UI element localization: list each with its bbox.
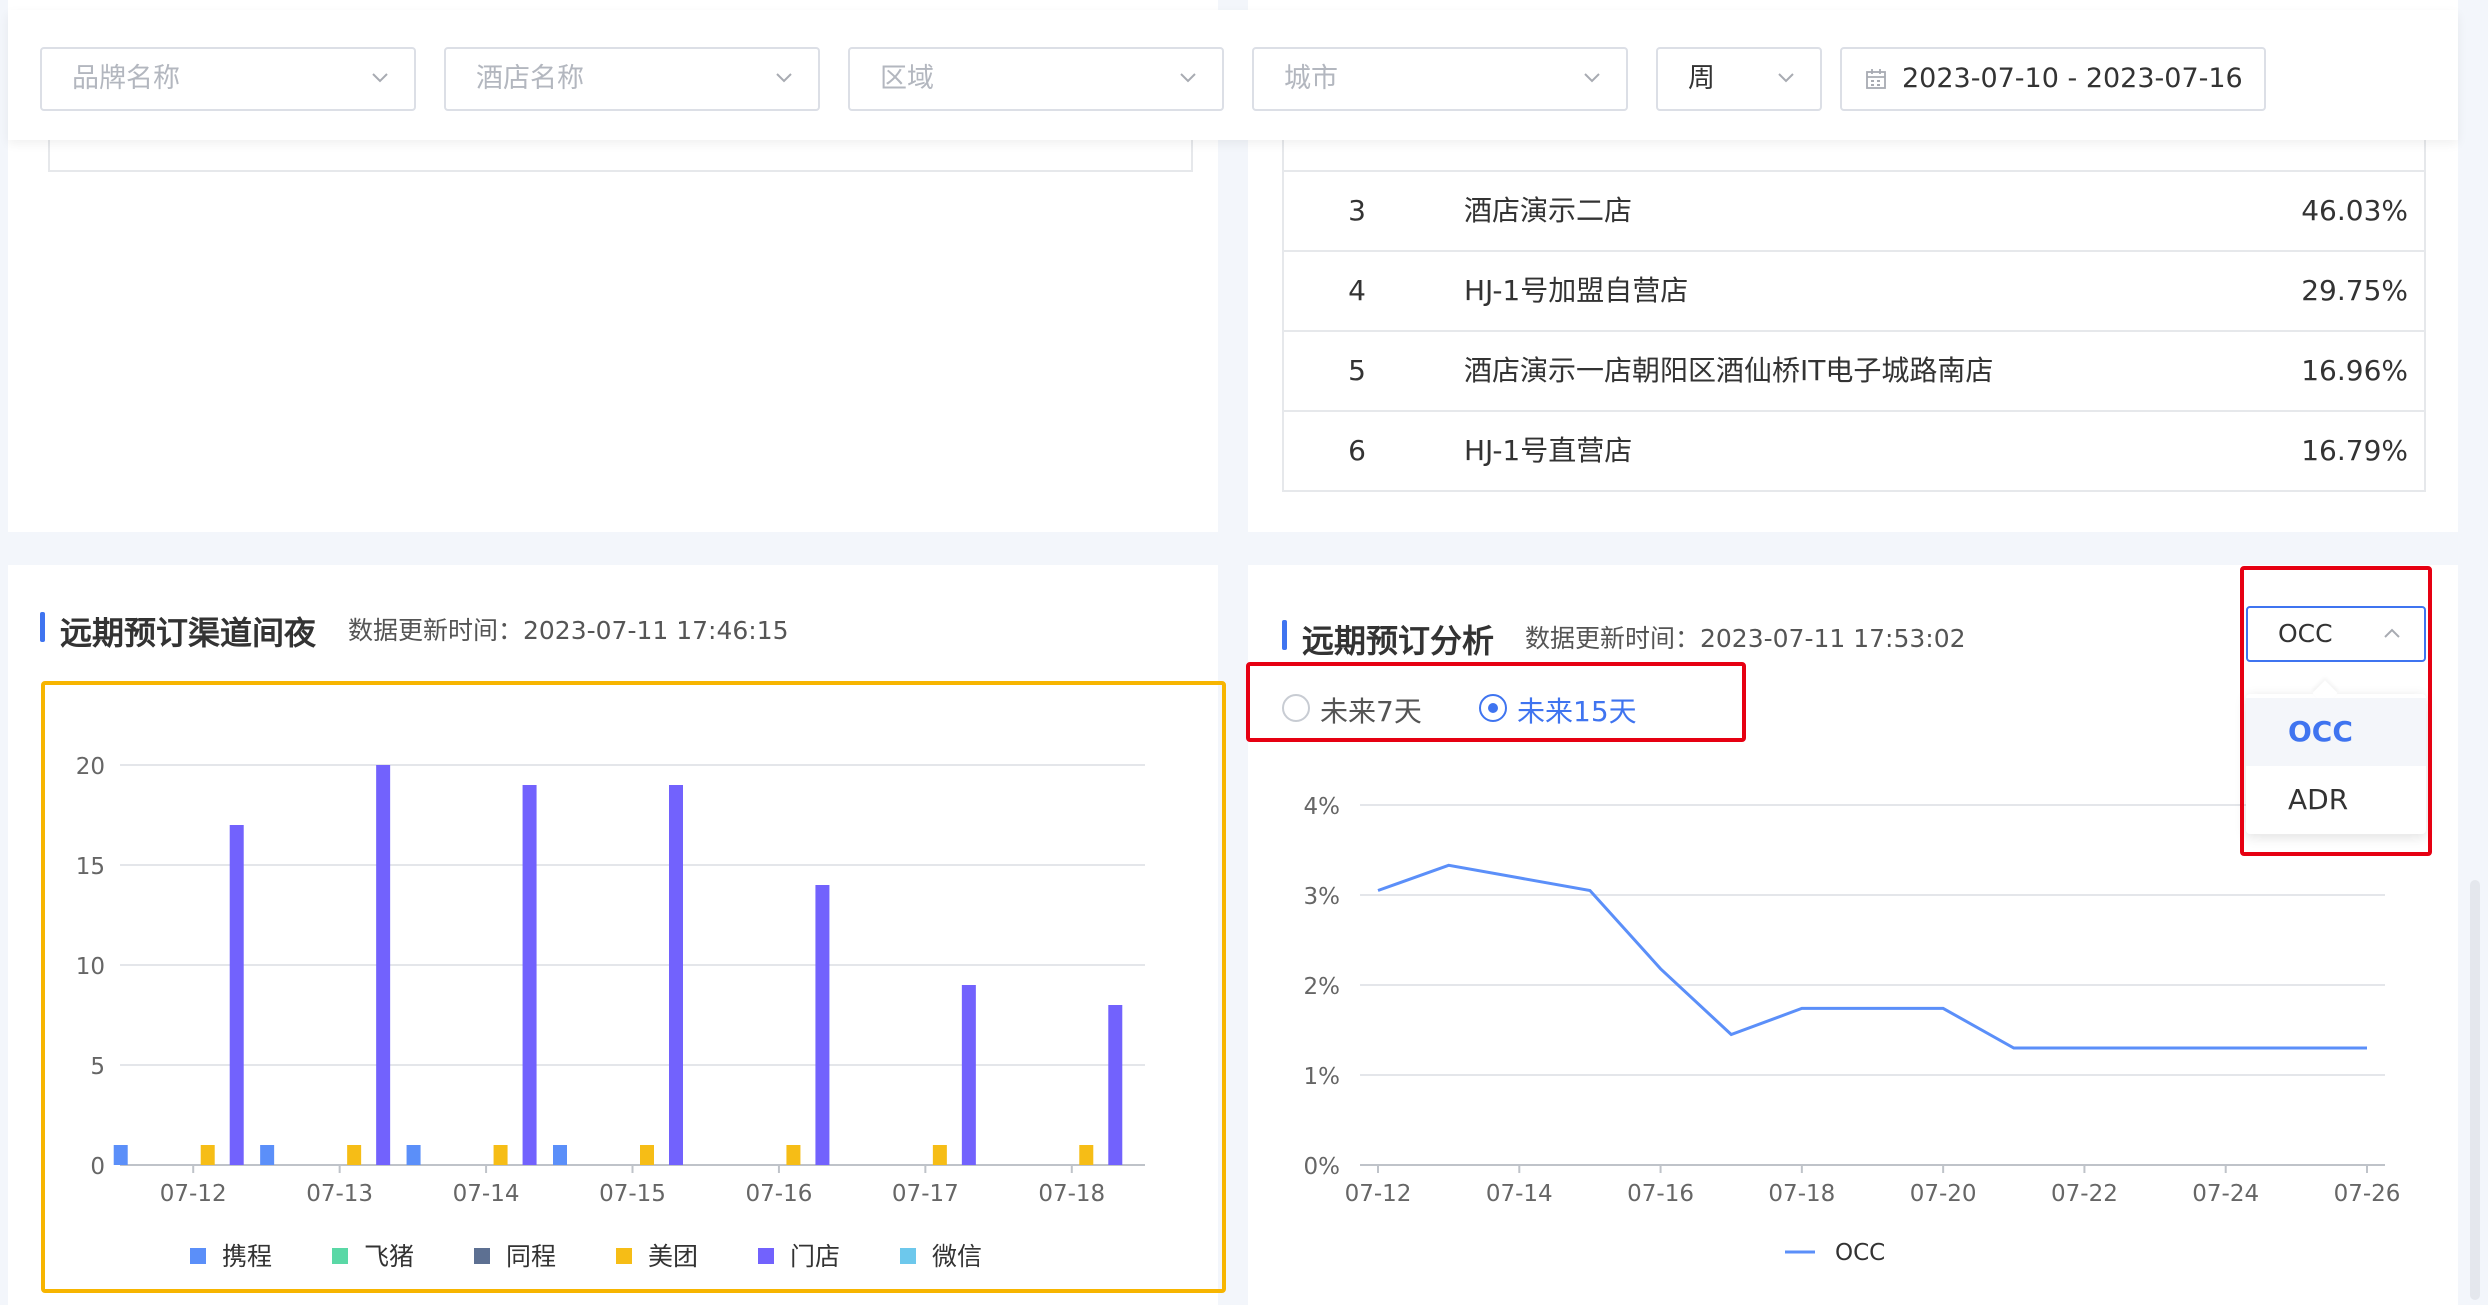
x-tick-label: 07-16 [1627, 1181, 1694, 1207]
hotel-name-cell: HJ-1号直营店 [1464, 434, 1633, 467]
hotel-name-cell: 酒店演示二店 [1464, 194, 1633, 227]
period-select[interactable]: 周 [1656, 47, 1822, 111]
rank-cell: 3 [1348, 194, 1366, 227]
filter-bar: 品牌名称 酒店名称 区域 城市 周 2023-07-10 - 2023-07-1… [8, 10, 2458, 140]
value-cell: 16.79% [2301, 434, 2408, 467]
value-cell: 46.03% [2301, 194, 2408, 227]
hotel-select-placeholder: 酒店名称 [476, 63, 584, 94]
rank-cell: 4 [1348, 274, 1366, 307]
city-select[interactable]: 城市 [1252, 47, 1628, 111]
highlight-frame [41, 681, 1226, 1293]
period-select-value: 周 [1688, 63, 1715, 94]
x-tick-label: 07-14 [1486, 1181, 1553, 1207]
y-tick-label: 3% [1304, 884, 1341, 910]
channel-section-title: 远期预订渠道间夜 [40, 608, 316, 654]
date-range-picker[interactable]: 2023-07-10 - 2023-07-16 [1840, 47, 2266, 111]
city-select-placeholder: 城市 [1284, 63, 1338, 94]
hotel-name-cell: 酒店演示一店朝阳区酒仙桥IT电子城路南店 [1464, 354, 1994, 387]
value-cell: 29.75% [2301, 274, 2408, 307]
analysis-update-time: 数据更新时间：2023-07-11 17:53:02 [1525, 624, 1966, 653]
highlight-frame [1246, 662, 1746, 742]
x-tick-label: 07-22 [2051, 1181, 2118, 1207]
rank-cell: 5 [1348, 354, 1366, 387]
y-tick-label: 1% [1304, 1064, 1341, 1090]
x-tick-label: 07-18 [1768, 1181, 1835, 1207]
x-tick-label: 07-24 [2192, 1181, 2259, 1207]
x-tick-label: 07-20 [1910, 1181, 1977, 1207]
x-tick-label: 07-26 [2334, 1181, 2401, 1207]
region-select-placeholder: 区域 [880, 63, 934, 94]
chevron-down-icon [776, 73, 792, 83]
table-row: 5 酒店演示一店朝阳区酒仙桥IT电子城路南店 16.96% [1282, 332, 2426, 412]
hotel-name-cell: HJ-1号加盟自营店 [1464, 274, 1689, 307]
x-tick-label: 07-12 [1345, 1181, 1412, 1207]
hotel-select[interactable]: 酒店名称 [444, 47, 820, 111]
table-row: 6 HJ-1号直营店 16.79% [1282, 412, 2426, 492]
y-tick-label: 4% [1304, 794, 1341, 820]
region-select[interactable]: 区域 [848, 47, 1224, 111]
highlight-frame [2240, 566, 2432, 856]
table-row: 4 HJ-1号加盟自营店 29.75% [1282, 252, 2426, 332]
calendar-icon [1866, 69, 1886, 89]
chevron-down-icon [1584, 73, 1600, 83]
brand-select[interactable]: 品牌名称 [40, 47, 416, 111]
y-tick-label: 2% [1304, 974, 1341, 1000]
legend-label: OCC [1835, 1240, 1885, 1266]
brand-select-placeholder: 品牌名称 [72, 63, 180, 94]
y-tick-label: 0% [1304, 1154, 1341, 1180]
rank-cell: 6 [1348, 434, 1366, 467]
value-cell: 16.96% [2301, 354, 2408, 387]
series-line-occ [1377, 863, 2367, 1050]
analysis-section-title: 远期预订分析 [1282, 616, 1494, 662]
scrollbar[interactable] [2470, 880, 2480, 1300]
chevron-down-icon [372, 73, 388, 83]
chevron-down-icon [1778, 73, 1794, 83]
channel-update-time: 数据更新时间：2023-07-11 17:46:15 [348, 616, 789, 645]
chevron-down-icon [1180, 73, 1196, 83]
date-range-value: 2023-07-10 - 2023-07-16 [1902, 63, 2243, 94]
table-row: 3 酒店演示二店 46.03% [1282, 172, 2426, 252]
